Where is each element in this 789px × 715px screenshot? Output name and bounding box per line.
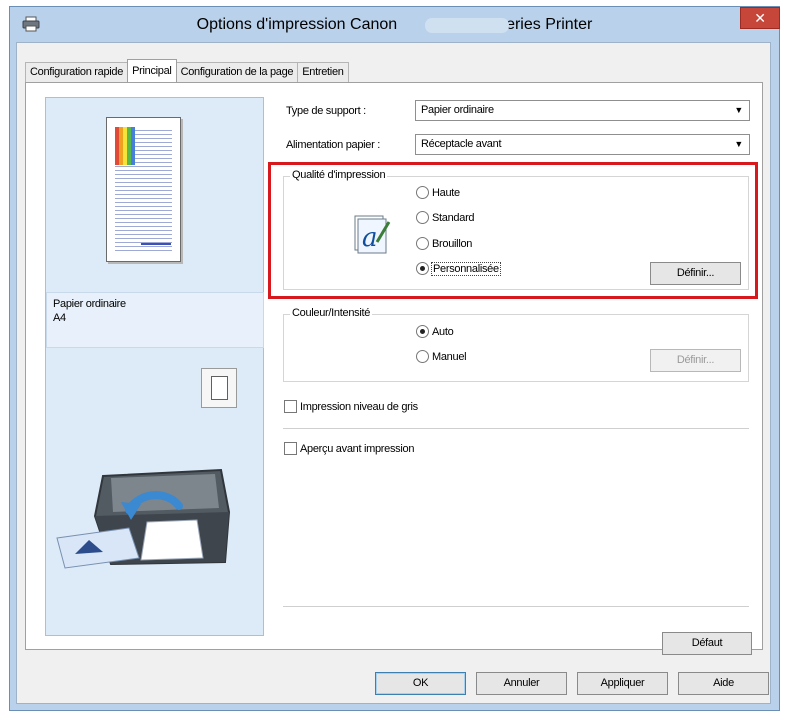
media-name: Papier ordinaire (53, 298, 126, 310)
title-bar[interactable]: Options d'impression Canon series Printe… (10, 7, 780, 43)
paper-source-select[interactable]: Réceptacle avant ▼ (415, 134, 750, 155)
separator (283, 606, 749, 607)
media-type-select[interactable]: Papier ordinaire ▼ (415, 100, 750, 121)
color-manual-radio[interactable]: Manuel (416, 350, 467, 363)
close-button[interactable]: ✕ (740, 7, 780, 29)
checkbox-unchecked-icon (284, 442, 297, 455)
window-title-main: Options d'impression Canon (196, 16, 398, 33)
color-auto-label: Auto (432, 325, 454, 338)
chevron-down-icon: ▼ (734, 139, 743, 149)
paper-size: A4 (53, 312, 66, 324)
radio-on-icon (416, 325, 429, 338)
ok-button[interactable]: OK (375, 672, 466, 695)
chevron-down-icon: ▼ (734, 105, 743, 115)
printer-illustration-icon (56, 468, 231, 569)
color-manual-label: Manuel (432, 350, 467, 363)
cancel-button[interactable]: Annuler (476, 672, 567, 695)
color-auto-radio[interactable]: Auto (416, 325, 454, 338)
portrait-page-icon (211, 376, 228, 400)
paper-source-value: Réceptacle avant (421, 138, 502, 150)
tab-strip: Configuration rapide Principal Configura… (25, 59, 349, 82)
paper-preview (106, 117, 181, 262)
redacted-model-name (425, 18, 509, 33)
tab-maintenance[interactable]: Entretien (297, 62, 349, 82)
paper-color-bars (115, 127, 135, 165)
tab-page-setup[interactable]: Configuration de la page (175, 62, 299, 82)
apply-button[interactable]: Appliquer (577, 672, 668, 695)
grayscale-checkbox[interactable]: Impression niveau de gris (284, 400, 418, 413)
preview-before-print-checkbox[interactable]: Aperçu avant impression (284, 442, 414, 455)
color-intensity-title: Couleur/Intensité (290, 307, 373, 319)
grayscale-label: Impression niveau de gris (300, 400, 418, 413)
tab-main[interactable]: Principal (127, 59, 177, 82)
orientation-button[interactable] (201, 368, 237, 408)
quality-highlight-frame (268, 162, 758, 299)
media-info-box: Papier ordinaire A4 (46, 292, 264, 348)
color-set-button[interactable]: Définir... (650, 349, 741, 372)
separator (283, 428, 749, 429)
defaults-button[interactable]: Défaut (662, 632, 752, 655)
tab-quick-setup[interactable]: Configuration rapide (25, 62, 129, 82)
checkbox-unchecked-icon (284, 400, 297, 413)
media-type-label: Type de support : (286, 105, 366, 117)
paper-source-label: Alimentation papier : (286, 139, 380, 151)
window-title-suffix: series Printer (498, 16, 593, 33)
preview-before-print-label: Aperçu avant impression (300, 442, 415, 455)
media-type-value: Papier ordinaire (421, 104, 494, 116)
window-title: Options d'impression Canon series Printe… (10, 7, 779, 43)
radio-off-icon (416, 350, 429, 363)
help-button[interactable]: Aide (678, 672, 769, 695)
paper-end-line (141, 243, 171, 245)
